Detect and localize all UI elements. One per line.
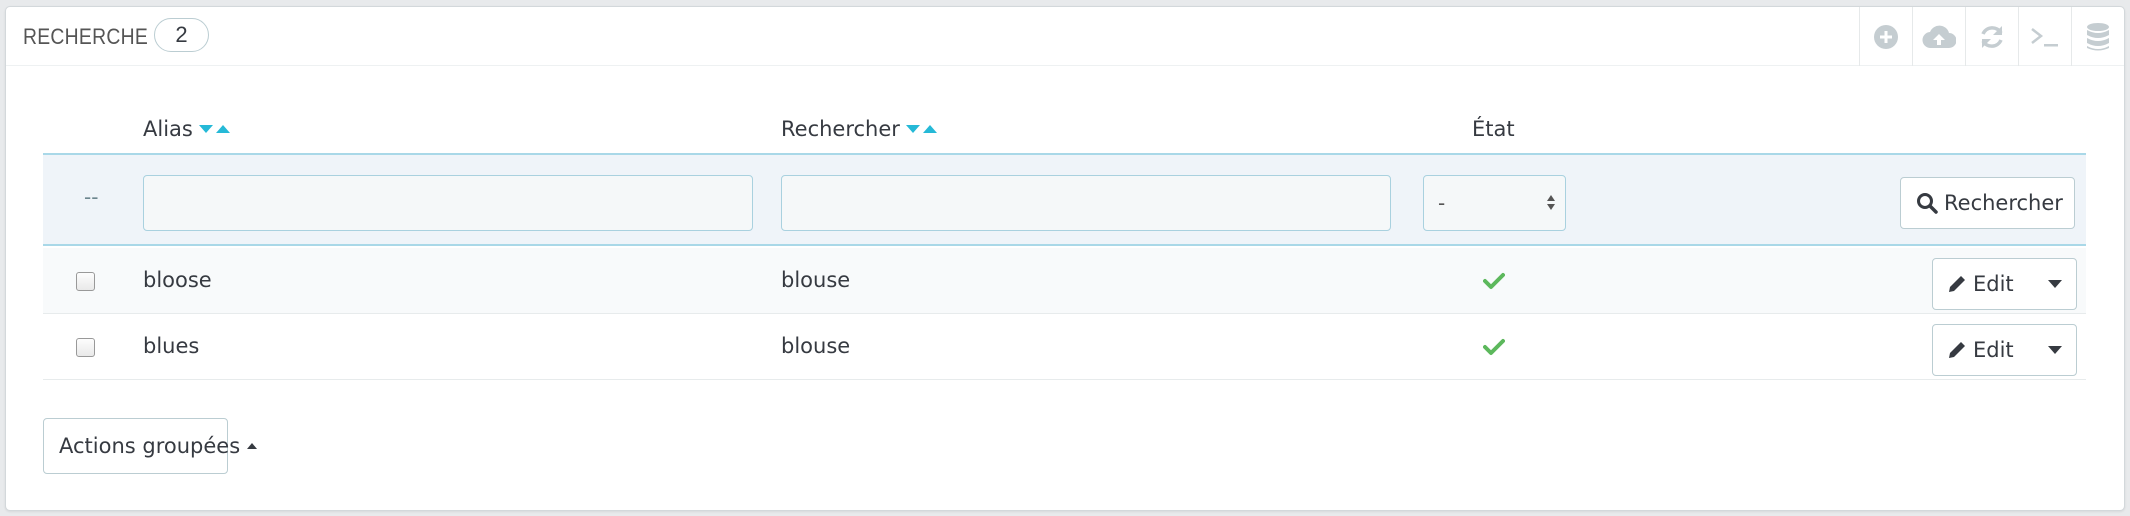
sort-asc-icon[interactable]	[922, 125, 937, 133]
panel-heading: RECHERCHE 2	[6, 7, 2124, 66]
checkmark-icon[interactable]	[1483, 272, 1505, 290]
caret-down-icon	[2047, 346, 2062, 354]
add-new-icon	[1874, 24, 1898, 49]
edit-button[interactable]: Edit	[1933, 325, 2033, 375]
checkmark-icon[interactable]	[1483, 338, 1505, 356]
filter-submit-button[interactable]: Rechercher	[1900, 177, 2075, 229]
filter-search-input[interactable]	[781, 175, 1391, 231]
filter-submit-label: Rechercher	[1944, 191, 2063, 215]
filter-row: -- - Rechercher	[43, 153, 2086, 246]
caret-down-icon	[2047, 280, 2062, 288]
bulk-actions-label: Actions groupées	[59, 434, 241, 458]
export-button[interactable]	[1912, 7, 1965, 66]
sort-controls-search	[905, 125, 937, 133]
column-header-alias: Alias	[143, 117, 230, 141]
row-checkbox[interactable]	[76, 338, 95, 357]
table-row: bloose blouse Edit	[43, 248, 2086, 314]
row-actions-dropdown-toggle[interactable]	[2033, 259, 2076, 309]
refresh-icon	[1981, 25, 2003, 48]
column-header-state: État	[1472, 117, 1515, 141]
row-checkbox[interactable]	[76, 272, 95, 291]
database-icon	[2087, 22, 2109, 50]
caret-up-icon	[247, 443, 258, 449]
row-search: blouse	[781, 268, 851, 292]
filter-state-select[interactable]: -	[1423, 175, 1566, 231]
count-badge: 2	[154, 18, 209, 52]
row-actions: Edit	[1932, 324, 2077, 376]
sql-manager-button[interactable]	[2071, 7, 2124, 66]
column-header-search: Rechercher	[781, 117, 937, 141]
column-header-alias-label: Alias	[143, 117, 193, 141]
add-new-button[interactable]	[1859, 7, 1912, 66]
sort-asc-icon[interactable]	[215, 125, 230, 133]
search-aliases-panel: RECHERCHE 2 Alias Rechercher État -- - R…	[5, 6, 2125, 511]
panel-toolbar	[1859, 7, 2124, 66]
column-header-state-label: État	[1472, 117, 1515, 141]
bulk-actions-button[interactable]: Actions groupées	[43, 418, 258, 474]
select-arrows-icon	[1547, 195, 1555, 210]
terminal-icon	[2031, 27, 2058, 46]
pencil-icon	[1949, 342, 1965, 358]
panel-title: RECHERCHE	[23, 24, 149, 49]
table-row: blues blouse Edit	[43, 314, 2086, 380]
search-icon	[1917, 193, 1938, 214]
filter-dashes: --	[84, 185, 99, 209]
row-actions: Edit	[1932, 258, 2077, 310]
row-alias: blues	[143, 334, 200, 358]
edit-button[interactable]: Edit	[1933, 259, 2033, 309]
row-alias: bloose	[143, 268, 212, 292]
refresh-button[interactable]	[1965, 7, 2018, 66]
sort-desc-icon[interactable]	[905, 125, 920, 133]
edit-label: Edit	[1973, 272, 2014, 296]
filter-state-value: -	[1438, 191, 1446, 215]
row-search: blouse	[781, 334, 851, 358]
sql-query-button[interactable]	[2018, 7, 2071, 66]
filter-alias-input[interactable]	[143, 175, 753, 231]
sort-desc-icon[interactable]	[198, 125, 213, 133]
row-actions-dropdown-toggle[interactable]	[2033, 325, 2076, 375]
pencil-icon	[1949, 276, 1965, 292]
cloud-upload-icon	[1922, 25, 1956, 48]
column-header-search-label: Rechercher	[781, 117, 900, 141]
edit-label: Edit	[1973, 338, 2014, 362]
sort-controls-alias	[198, 125, 230, 133]
